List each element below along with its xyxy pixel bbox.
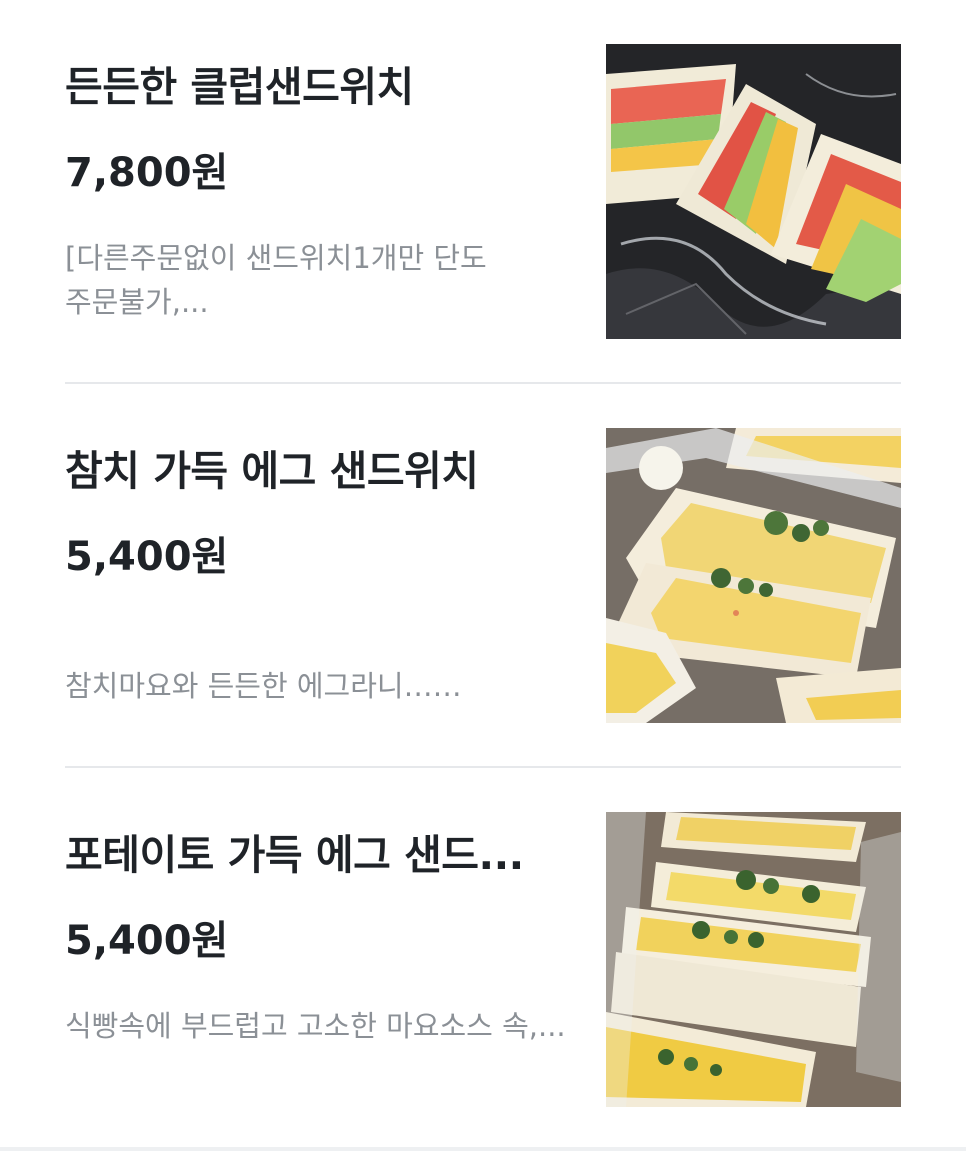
menu-item-price: 5,400원 bbox=[65, 534, 229, 580]
menu-item-tuna-egg-sandwich[interactable]: 참치 가득 에그 샌드위치 5,400원 참치마요와 든든한 에그라니…… bbox=[65, 428, 901, 724]
divider bbox=[65, 766, 901, 768]
menu-item-description: [다른주문없이 샌드위치1개만 단도 주문불가,... bbox=[65, 241, 487, 319]
menu-item-name: 참치 가득 에그 샌드위치 bbox=[65, 447, 479, 495]
potato-egg-sandwich-photo[interactable] bbox=[606, 812, 901, 1107]
menu-item-description: 식빵속에 부드럽고 고소한 마요소스 속,... bbox=[65, 1009, 566, 1043]
menu-item-description: 참치마요와 든든한 에그라니…… bbox=[65, 669, 462, 703]
menu-item-name: 포테이토 가득 에그 샌드... bbox=[65, 831, 524, 879]
menu-list: 든든한 클럽샌드위치 7,800원 [다른주문없이 샌드위치1개만 단도 주문불… bbox=[0, 0, 966, 1151]
menu-item-text: 참치 가득 에그 샌드위치 5,400원 참치마요와 든든한 에그라니…… bbox=[65, 428, 577, 724]
menu-item-name: 든든한 클럽샌드위치 bbox=[65, 63, 414, 111]
divider bbox=[65, 382, 901, 384]
club-sandwich-photo[interactable] bbox=[606, 44, 901, 339]
menu-item-price: 7,800원 bbox=[65, 150, 229, 196]
tuna-egg-sandwich-photo[interactable] bbox=[606, 428, 901, 723]
menu-item-price: 5,400원 bbox=[65, 918, 229, 964]
menu-item-text: 든든한 클럽샌드위치 7,800원 [다른주문없이 샌드위치1개만 단도 주문불… bbox=[65, 44, 577, 340]
menu-item-text: 포테이토 가득 에그 샌드... 5,400원 식빵속에 부드럽고 고소한 마요… bbox=[65, 812, 577, 1108]
menu-item-club-sandwich[interactable]: 든든한 클럽샌드위치 7,800원 [다른주문없이 샌드위치1개만 단도 주문불… bbox=[65, 44, 901, 340]
list-bottom-band bbox=[0, 1147, 966, 1151]
menu-item-potato-egg-sandwich[interactable]: 포테이토 가득 에그 샌드... 5,400원 식빵속에 부드럽고 고소한 마요… bbox=[65, 812, 901, 1108]
